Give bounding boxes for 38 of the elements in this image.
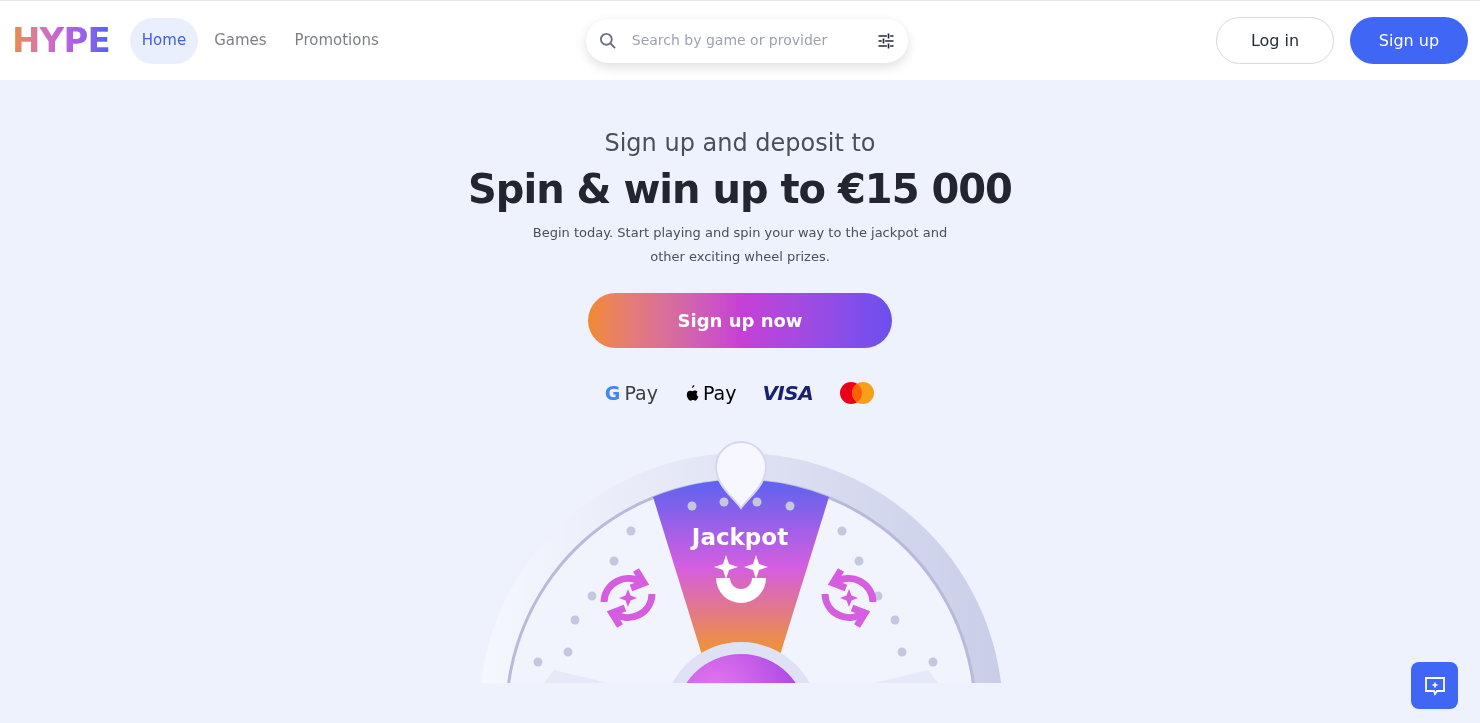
mastercard-icon — [839, 381, 876, 405]
wheel-peg — [563, 647, 573, 657]
wheel-peg — [752, 497, 762, 507]
wheel-pointer — [715, 441, 767, 509]
log-in-button[interactable]: Log in — [1216, 17, 1334, 64]
google-pay-label: Pay — [624, 380, 658, 406]
apple-pay-label: Pay — [702, 380, 737, 406]
hero-description: Begin today. Start playing and spin your way to the jackpot and other exciting wheel prizes. — [531, 224, 949, 266]
wheel-peg — [890, 615, 900, 625]
nav-tab[interactable]: Home — [129, 17, 199, 64]
sparkle-smile-icon — [714, 555, 768, 603]
visa-logo: VISA — [762, 380, 814, 407]
hero-subtitle: Sign up and deposit to — [604, 128, 876, 159]
search-input[interactable]: Search by game or provider — [631, 30, 862, 51]
wheel-peg — [837, 526, 847, 536]
chat-button[interactable] — [1411, 662, 1458, 709]
swap-icon — [600, 568, 656, 628]
wheel-peg — [719, 497, 729, 507]
wheel-peg — [873, 591, 883, 601]
nav-tab[interactable]: Promotions — [282, 17, 391, 64]
wheel-peg — [785, 501, 795, 511]
wheel-peg — [570, 615, 580, 625]
wheel-peg — [587, 591, 597, 601]
hero-title: Spin & win up to €15 000 — [468, 165, 1012, 214]
swap-icon — [821, 568, 877, 628]
wheel-peg — [854, 556, 864, 566]
search-icon — [597, 30, 618, 51]
sign-up-now-button[interactable]: Sign up now — [588, 293, 892, 348]
nav-tab[interactable]: Games — [202, 17, 279, 64]
jackpot-label: Jackpot — [689, 523, 790, 552]
wheel-peg — [687, 501, 697, 511]
sign-up-button[interactable]: Sign up — [1350, 17, 1468, 64]
wheel-peg — [897, 647, 907, 657]
wheel-peg — [928, 657, 938, 667]
wheel-peg — [626, 526, 636, 536]
wheel-peg — [609, 556, 619, 566]
wheel-peg — [533, 657, 543, 667]
google-pay-logo-mark: G — [604, 380, 621, 406]
